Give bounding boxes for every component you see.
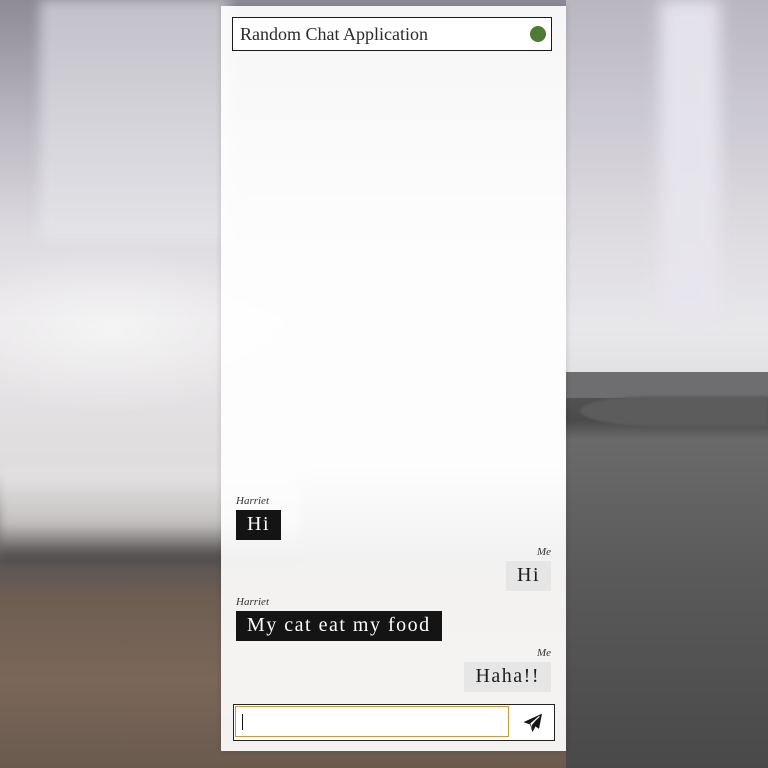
message-bubble: Haha!! xyxy=(464,662,551,692)
message-sender: Harriet xyxy=(236,495,269,507)
message-item: Me Haha!! xyxy=(464,647,551,692)
message-bubble: Hi xyxy=(236,510,281,540)
send-button[interactable] xyxy=(512,705,554,740)
online-status-indicator xyxy=(530,26,546,42)
background-mug-rim xyxy=(566,372,768,398)
chat-panel: Random Chat Application Harriet Hi Me Hi… xyxy=(221,6,566,751)
message-item: Harriet Hi xyxy=(236,495,281,540)
background-curtain xyxy=(660,0,720,320)
message-bubble: Hi xyxy=(506,561,551,591)
chat-header: Random Chat Application xyxy=(232,17,552,51)
message-input[interactable] xyxy=(235,706,509,737)
background-mug-inner xyxy=(580,396,768,426)
message-sender: Me xyxy=(536,647,551,659)
message-sender: Harriet xyxy=(236,596,269,608)
message-item: Me Hi xyxy=(506,546,551,591)
paper-plane-icon xyxy=(523,713,542,732)
background-window xyxy=(40,0,230,240)
message-composer xyxy=(233,704,555,741)
app-title: Random Chat Application xyxy=(240,24,428,44)
message-item: Harriet My cat eat my food xyxy=(236,596,442,641)
message-sender: Me xyxy=(536,546,551,558)
text-caret xyxy=(242,714,243,730)
message-bubble: My cat eat my food xyxy=(236,611,442,641)
background-mug xyxy=(566,380,768,768)
